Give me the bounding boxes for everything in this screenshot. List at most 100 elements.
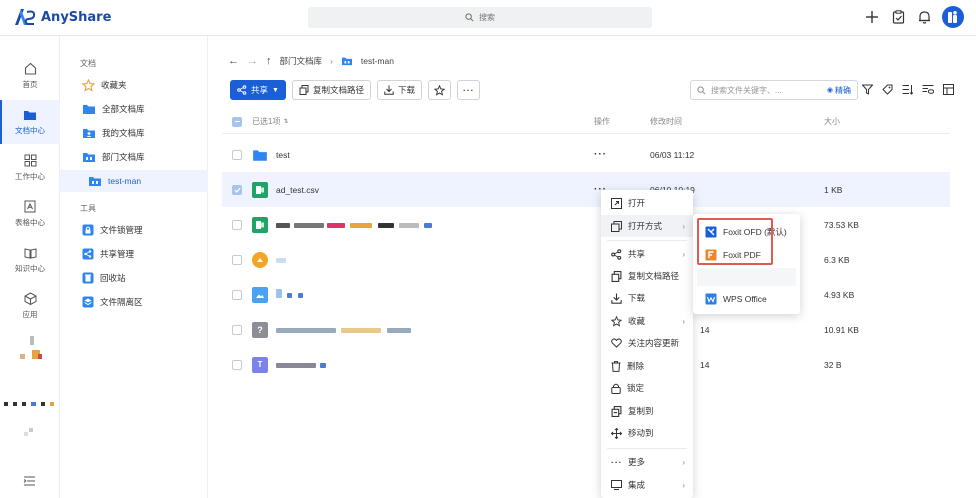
row-checkbox[interactable] [232,149,242,160]
table-row[interactable]: T 14 32 B [222,347,950,382]
select-all-checkbox[interactable] [232,116,242,127]
share-button[interactable]: 共享 ▼ [230,80,286,100]
menu-item-integrate[interactable]: 集成 › [601,474,693,496]
left-rail: 首页 文档中心 工作中心 表格中心 知识中心 应用 [0,36,60,498]
rail-label: 知识中心 [15,263,45,273]
add-icon[interactable] [864,9,880,25]
sort-indicator-icon[interactable]: ⇅ [283,118,288,125]
nav-item-favorites[interactable]: 收藏夹 [60,74,208,96]
rail-item-work-center[interactable]: 工作中心 [0,146,60,190]
col-mtime[interactable]: 修改时间 [650,116,682,127]
menu-item-share[interactable]: 共享 › [601,243,693,265]
book-icon [24,247,36,259]
file-name-redacted[interactable] [276,360,594,370]
view-mode-icon[interactable] [943,84,954,95]
search-icon [697,85,706,94]
row-checkbox[interactable] [232,219,242,230]
download-button[interactable]: 下载 [376,80,422,100]
user-avatar[interactable] [942,6,964,28]
sort-icon[interactable] [902,84,913,95]
back-arrow-icon[interactable]: ← [228,55,239,67]
chevron-right-icon: › [682,457,685,467]
row-checkbox[interactable] [232,254,242,265]
task-icon[interactable] [890,9,906,25]
menu-item-favorite[interactable]: 收藏 › [601,310,693,332]
table-row[interactable]: test ··· 06/03 11:12 [222,137,950,172]
menu-label: 收藏 [628,316,646,326]
favorite-button[interactable] [427,80,451,100]
menu-item-copy-to[interactable]: 复制到 [601,400,693,422]
rail-item-apps[interactable]: 应用 [0,284,60,328]
search-icon [465,13,474,22]
global-search-input[interactable]: 搜索 [308,7,652,28]
table-row[interactable]: ? 14 10.91 KB [222,312,950,347]
row-checkbox[interactable] [232,324,242,335]
menu-item-open-with[interactable]: 打开方式 › [601,215,693,237]
blurred-app-icon[interactable] [4,400,56,408]
cloud-file-icon [252,251,268,268]
check-icon [233,187,241,193]
rail-label: 工作中心 [15,172,45,181]
row-checkbox[interactable] [232,289,242,300]
row-checkbox[interactable] [232,184,242,195]
blurred-app-icon[interactable] [24,428,36,438]
rail-item-home[interactable]: 首页 [0,54,60,98]
filter-icon[interactable] [862,84,873,95]
text-file-icon: T [252,356,268,373]
breadcrumb-parent[interactable]: 部门文档库 [280,55,323,67]
file-name[interactable]: test [276,150,594,160]
rail-item-table-center[interactable]: 表格中心 [0,192,60,236]
menu-item-more[interactable]: ··· 更多 › [601,451,693,473]
copy-path-button[interactable]: 复制文档路径 [291,80,371,100]
dept-folder-icon [89,177,101,186]
row-more-icon[interactable]: ··· [594,149,607,160]
menu-item-copy-path[interactable]: 复制文档路径 [601,265,693,287]
table-row[interactable]: 4.93 KB [222,277,950,312]
rail-item-doc-center[interactable]: 文档中心 [0,100,60,144]
chevron-right-icon: › [682,480,685,490]
more-icon: ··· [462,85,475,95]
nav-item-file-lock[interactable]: 文件锁管理 [60,219,208,241]
precise-search-toggle[interactable]: ◉ 精确 [827,85,851,96]
tag-icon[interactable] [882,84,893,95]
nav-item-share-manage[interactable]: 共享管理 [60,243,208,265]
menu-label: 打开方式 [628,221,663,231]
move-icon [611,427,622,439]
blurred-app-icon[interactable] [10,336,44,362]
app-logo[interactable]: AnyShare [14,8,111,26]
table-row[interactable]: 73.53 KB [222,207,950,242]
collapse-rail-icon[interactable] [23,476,36,488]
up-arrow-icon[interactable]: ↑ [266,55,272,67]
file-name-redacted[interactable] [276,220,594,230]
file-name-redacted[interactable] [276,255,594,265]
nav-item-isolation-area[interactable]: 文件隔离区 [60,291,208,313]
menu-item-open[interactable]: 打开 [601,192,693,214]
table-row[interactable]: 6.3 KB [222,242,950,277]
nav-item-test-man[interactable]: test-man [60,170,208,192]
rail-item-knowledge-center[interactable]: 知识中心 [0,238,60,282]
menu-item-move-to[interactable]: 移动到 [601,422,693,444]
nav-item-my-library[interactable]: 我的文档库 [60,122,208,144]
menu-item-lock[interactable]: 锁定 [601,377,693,399]
row-checkbox[interactable] [232,359,242,370]
file-search-input[interactable]: 搜索文件关键字、... ◉ 精确 [690,80,858,100]
preview-toggle-icon[interactable] [922,84,934,95]
col-size[interactable]: 大小 [824,116,840,127]
menu-item-follow-updates[interactable]: 关注内容更新 [601,332,693,354]
table-row-selected[interactable]: ad_test.csv ··· 06/10 10:19 1 KB [222,172,950,207]
notification-bell-icon[interactable] [916,9,932,25]
nav-item-dept-library[interactable]: 部门文档库 [60,146,208,168]
file-name-redacted[interactable] [276,325,594,335]
forward-arrow-icon[interactable]: → [247,55,258,67]
menu-item-delete[interactable]: 删除 [601,355,693,377]
more-actions-button[interactable]: ··· [456,80,481,100]
nav-item-all-libraries[interactable]: 全部文档库 [60,98,208,120]
file-name[interactable]: ad_test.csv [276,185,594,195]
open-with-wps-office[interactable]: WPS Office [697,288,796,310]
folder-icon [83,105,95,114]
nav-item-recycle-bin[interactable]: 回收站 [60,267,208,289]
context-menu: 打开 打开方式 › 共享 › 复制文档路径 下载 收藏 › 关注内容更新 删除 … [601,190,693,498]
menu-item-download[interactable]: 下载 [601,287,693,309]
menu-label: 关注内容更新 [628,338,680,348]
file-name-redacted[interactable] [276,289,594,300]
